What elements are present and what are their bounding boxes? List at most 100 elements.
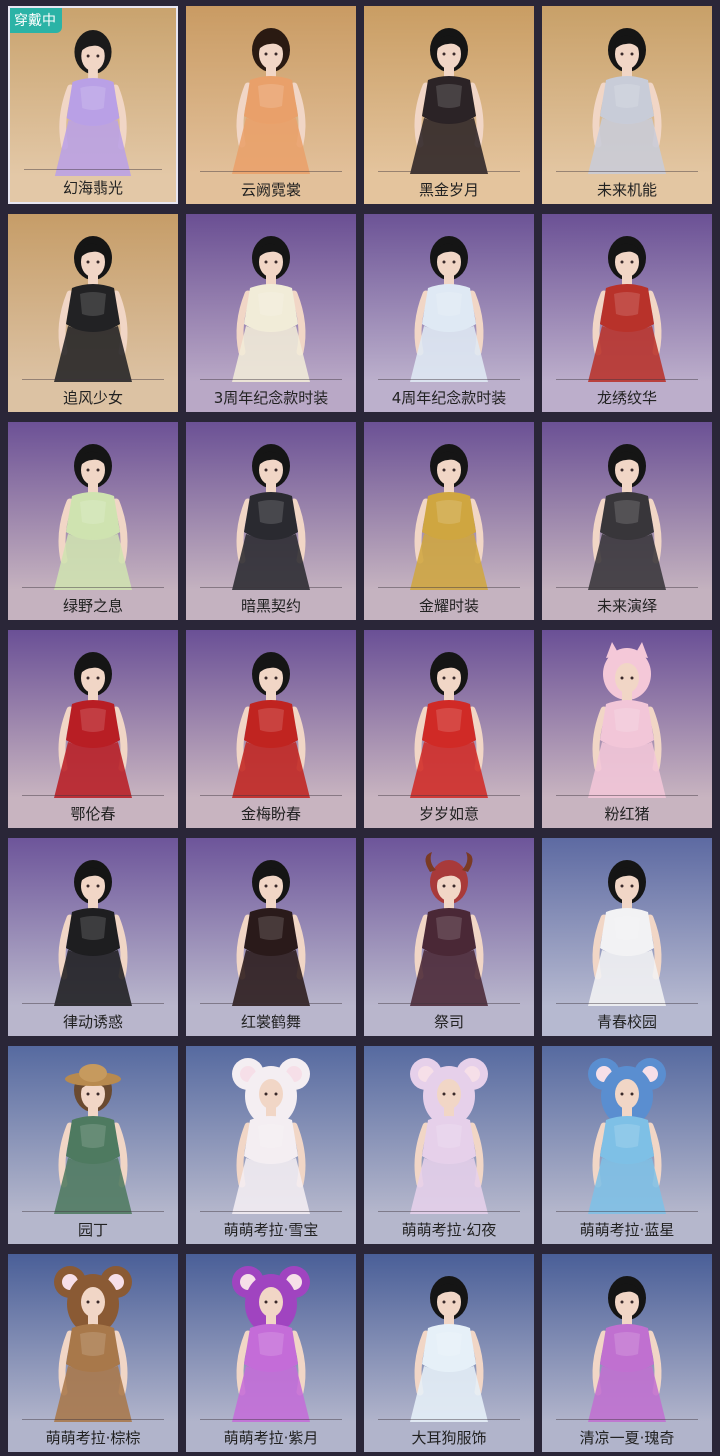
outfit-card[interactable]: 萌萌考拉·雪宝 bbox=[186, 1046, 356, 1244]
outfit-preview-image bbox=[542, 6, 712, 174]
label-divider bbox=[200, 795, 342, 796]
outfit-label-area: 4周年纪念款时装 bbox=[364, 382, 534, 412]
outfit-name: 龙绣纹华 bbox=[596, 388, 657, 407]
label-divider bbox=[378, 1211, 520, 1212]
outfit-name: 3周年纪念款时装 bbox=[213, 388, 329, 407]
outfit-label-area: 未来演绎 bbox=[542, 590, 712, 620]
outfit-name: 粉红猪 bbox=[604, 804, 650, 823]
outfit-card[interactable]: 云阙霓裳 bbox=[186, 6, 356, 204]
label-divider bbox=[556, 587, 698, 588]
outfit-preview-image bbox=[364, 1254, 534, 1422]
outfit-preview-image bbox=[364, 6, 534, 174]
outfit-card[interactable]: 龙绣纹华 bbox=[542, 214, 712, 412]
outfit-label-area: 红裳鹤舞 bbox=[186, 1006, 356, 1036]
outfit-card[interactable]: 萌萌考拉·蓝星 bbox=[542, 1046, 712, 1244]
outfit-card[interactable]: 4周年纪念款时装 bbox=[364, 214, 534, 412]
outfit-card[interactable]: 岁岁如意 bbox=[364, 630, 534, 828]
outfit-name: 金梅盼春 bbox=[240, 804, 301, 823]
outfit-name: 幻海翡光 bbox=[62, 178, 123, 197]
outfit-card[interactable]: 暗黑契约 bbox=[186, 422, 356, 620]
outfit-card[interactable]: 粉红猪 bbox=[542, 630, 712, 828]
character-figure bbox=[54, 1266, 132, 1422]
outfit-preview-image bbox=[542, 214, 712, 382]
label-divider bbox=[24, 169, 162, 170]
outfit-card[interactable]: 律动诱惑 bbox=[8, 838, 178, 1036]
outfit-name: 园丁 bbox=[77, 1220, 108, 1239]
outfit-name: 青春校园 bbox=[596, 1012, 657, 1031]
outfit-preview-image bbox=[186, 1046, 356, 1214]
outfit-name: 岁岁如意 bbox=[418, 804, 479, 823]
outfit-card[interactable]: 红裳鹤舞 bbox=[186, 838, 356, 1036]
outfit-name: 鄂伦春 bbox=[70, 804, 116, 823]
outfit-name: 金耀时装 bbox=[418, 596, 479, 615]
outfit-card[interactable]: 青春校园 bbox=[542, 838, 712, 1036]
outfit-card[interactable]: 金梅盼春 bbox=[186, 630, 356, 828]
outfit-label-area: 粉红猪 bbox=[542, 798, 712, 828]
label-divider bbox=[556, 795, 698, 796]
outfit-name: 清凉一夏·瑰奇 bbox=[579, 1428, 675, 1447]
label-divider bbox=[22, 587, 164, 588]
outfit-card[interactable]: 大耳狗服饰 bbox=[364, 1254, 534, 1452]
outfit-label-area: 金梅盼春 bbox=[186, 798, 356, 828]
outfit-name: 未来演绎 bbox=[596, 596, 657, 615]
outfit-card[interactable]: 园丁 bbox=[8, 1046, 178, 1244]
label-divider bbox=[22, 1003, 164, 1004]
outfit-card[interactable]: 清凉一夏·瑰奇 bbox=[542, 1254, 712, 1452]
outfit-card[interactable]: 未来机能 bbox=[542, 6, 712, 204]
label-divider bbox=[378, 171, 520, 172]
outfit-card[interactable]: 黑金岁月 bbox=[364, 6, 534, 204]
outfit-card[interactable]: 萌萌考拉·棕棕 bbox=[8, 1254, 178, 1452]
outfit-card[interactable]: 幻海翡光 穿戴中 bbox=[8, 6, 178, 204]
outfit-preview-image bbox=[186, 1254, 356, 1422]
outfit-label-area: 萌萌考拉·蓝星 bbox=[542, 1214, 712, 1244]
outfit-card[interactable]: 鄂伦春 bbox=[8, 630, 178, 828]
outfit-preview-image bbox=[8, 630, 178, 798]
outfit-card[interactable]: 绿野之息 bbox=[8, 422, 178, 620]
outfit-preview-image bbox=[8, 838, 178, 1006]
outfit-name: 萌萌考拉·雪宝 bbox=[223, 1220, 319, 1239]
character-figure bbox=[588, 1058, 666, 1214]
outfit-card[interactable]: 未来演绎 bbox=[542, 422, 712, 620]
outfit-grid: 幻海翡光 穿戴中 云阙霓裳 黑金岁月 未来机能追风少女 3周年纪念款时装 4周年纪念款时装 龙… bbox=[0, 0, 720, 1456]
outfit-preview-image bbox=[542, 630, 712, 798]
outfit-label-area: 青春校园 bbox=[542, 1006, 712, 1036]
outfit-label-area: 萌萌考拉·棕棕 bbox=[8, 1422, 178, 1452]
outfit-name: 萌萌考拉·棕棕 bbox=[45, 1428, 141, 1447]
outfit-preview-image bbox=[8, 1046, 178, 1214]
label-divider bbox=[200, 171, 342, 172]
label-divider bbox=[556, 1419, 698, 1420]
outfit-label-area: 暗黑契约 bbox=[186, 590, 356, 620]
outfit-name: 律动诱惑 bbox=[62, 1012, 123, 1031]
label-divider bbox=[22, 379, 164, 380]
outfit-label-area: 鄂伦春 bbox=[8, 798, 178, 828]
outfit-name: 追风少女 bbox=[62, 388, 123, 407]
label-divider bbox=[22, 1211, 164, 1212]
outfit-label-area: 金耀时装 bbox=[364, 590, 534, 620]
outfit-preview-image bbox=[542, 1254, 712, 1422]
label-divider bbox=[378, 1003, 520, 1004]
outfit-card[interactable]: 萌萌考拉·紫月 bbox=[186, 1254, 356, 1452]
label-divider bbox=[378, 795, 520, 796]
outfit-name: 黑金岁月 bbox=[418, 180, 479, 199]
label-divider bbox=[200, 1003, 342, 1004]
outfit-card[interactable]: 3周年纪念款时装 bbox=[186, 214, 356, 412]
label-divider bbox=[378, 1419, 520, 1420]
equipped-badge: 穿戴中 bbox=[10, 8, 62, 33]
outfit-preview-image bbox=[186, 630, 356, 798]
outfit-preview-image bbox=[364, 214, 534, 382]
outfit-card[interactable]: 萌萌考拉·幻夜 bbox=[364, 1046, 534, 1244]
outfit-preview-image bbox=[542, 422, 712, 590]
outfit-preview-image bbox=[364, 1046, 534, 1214]
outfit-preview-image bbox=[8, 214, 178, 382]
label-divider bbox=[200, 1419, 342, 1420]
outfit-preview-image bbox=[186, 214, 356, 382]
outfit-card[interactable]: 金耀时装 bbox=[364, 422, 534, 620]
outfit-card[interactable]: 祭司 bbox=[364, 838, 534, 1036]
outfit-label-area: 追风少女 bbox=[8, 382, 178, 412]
outfit-card[interactable]: 追风少女 bbox=[8, 214, 178, 412]
outfit-label-area: 萌萌考拉·雪宝 bbox=[186, 1214, 356, 1244]
label-divider bbox=[200, 1211, 342, 1212]
outfit-preview-image bbox=[10, 8, 176, 176]
outfit-preview-image bbox=[542, 838, 712, 1006]
label-divider bbox=[556, 171, 698, 172]
